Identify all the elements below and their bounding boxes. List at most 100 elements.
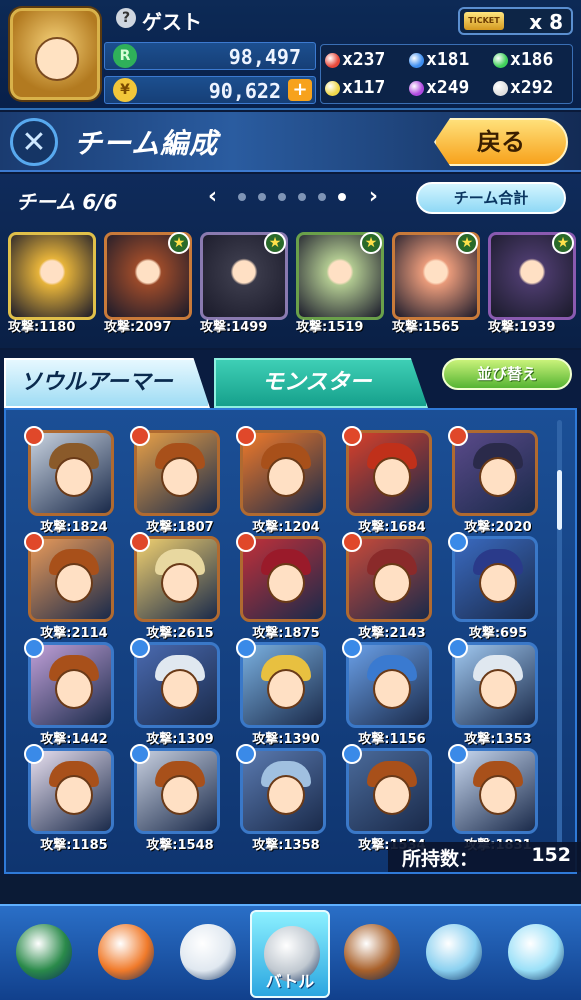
pager-dot[interactable] [338, 193, 346, 201]
soul-armor-card[interactable]: 攻撃:1875 [236, 532, 332, 641]
team-total-button[interactable]: チーム合計 [416, 182, 566, 214]
soul-armor-card[interactable]: 攻撃:2020 [448, 426, 544, 535]
team-member-attack: 攻撃:1519 [296, 320, 364, 335]
soul-armor-card[interactable]: 攻撃:1807 [130, 426, 226, 535]
tab-monster[interactable]: モンスター [214, 358, 428, 408]
character-face [55, 563, 93, 603]
soul-armor-card[interactable]: 攻撃:1824 [24, 426, 120, 535]
team-member-portrait [8, 232, 96, 320]
nav-help[interactable] [496, 910, 576, 998]
exp-value: 98,497 [228, 45, 301, 69]
soul-armor-card[interactable]: 攻撃:1358 [236, 744, 332, 853]
next-team-icon[interactable]: › [369, 184, 378, 209]
pager-dot[interactable] [298, 193, 306, 201]
element-icon [342, 744, 362, 764]
orb-count: x249 [409, 77, 493, 103]
soul-armor-attack: 攻撃:1548 [146, 838, 214, 853]
team-member-slot[interactable]: ★ 攻撃:1519 [296, 232, 384, 336]
element-icon [24, 744, 44, 764]
orb-count: x237 [325, 49, 409, 75]
coin-value: 90,622 [208, 79, 281, 103]
friends-icon [426, 924, 482, 980]
sort-button[interactable]: 並び替え [442, 358, 572, 390]
soul-armor-card[interactable]: 攻撃:1156 [342, 638, 438, 747]
exp-icon: R [113, 44, 137, 68]
soul-armor-attack: 攻撃:1358 [252, 838, 320, 853]
star-icon: ★ [456, 232, 478, 254]
tab-soul-armor[interactable]: ソウルアーマー [4, 358, 210, 408]
soul-armor-card[interactable]: 攻撃:1442 [24, 638, 120, 747]
soul-armor-card[interactable]: 攻撃:1185 [24, 744, 120, 853]
element-icon [236, 744, 256, 764]
team-member-attack: 攻撃:1180 [8, 320, 76, 335]
exp-bar: R 98,497 [104, 42, 316, 70]
star-icon: ★ [168, 232, 190, 254]
orb-count: x181 [409, 49, 493, 75]
help-icon [508, 924, 564, 980]
team-member-slot[interactable]: ★ 攻撃:2097 [104, 232, 192, 336]
soul-armor-card[interactable]: 攻撃:1548 [130, 744, 226, 853]
back-button[interactable]: 戻る [434, 118, 568, 166]
character-face [161, 563, 199, 603]
team-member-slot[interactable]: ★ 攻撃:1565 [392, 232, 480, 336]
element-icon [24, 532, 44, 552]
nav-home[interactable] [4, 910, 84, 998]
pager-dot[interactable] [318, 193, 326, 201]
team-label: チーム 6/6 [16, 190, 118, 214]
nav-monster[interactable] [168, 910, 248, 998]
soul-armor-card[interactable]: 攻撃:1831 [448, 744, 544, 853]
element-icon [130, 638, 150, 658]
prev-team-icon[interactable]: ‹ [208, 184, 217, 209]
element-icon [24, 638, 44, 658]
nav-shop[interactable] [86, 910, 166, 998]
element-icon [342, 426, 362, 446]
add-coins-button[interactable]: + [288, 79, 312, 101]
pager-dot[interactable] [278, 193, 286, 201]
rainbow-orb-icon [493, 80, 508, 96]
element-icon [236, 426, 256, 446]
element-icon [236, 638, 256, 658]
character-face [161, 775, 199, 815]
element-icon [130, 532, 150, 552]
soul-armor-card[interactable]: 攻撃:1684 [342, 426, 438, 535]
ticket-counter[interactable]: TICKET x 8 [458, 7, 573, 35]
light-orb-icon [325, 80, 340, 96]
team-member-slot[interactable]: 攻撃:1180 [8, 232, 96, 336]
soul-armor-card[interactable]: 攻撃:695 [448, 532, 544, 641]
ticket-icon: TICKET [464, 12, 504, 30]
star-icon: ★ [264, 232, 286, 254]
character-face [373, 457, 411, 497]
nav-battle[interactable]: バトル [250, 910, 330, 998]
soul-armor-card[interactable]: 攻撃:1309 [130, 638, 226, 747]
team-member-attack: 攻撃:1499 [200, 320, 268, 335]
home-icon [16, 924, 72, 980]
element-icon [448, 426, 468, 446]
team-member-attack: 攻撃:1565 [392, 320, 460, 335]
pager-dot[interactable] [258, 193, 266, 201]
character-face [55, 669, 93, 709]
nav-friends[interactable] [414, 910, 494, 998]
team-member-slot[interactable]: ★ 攻撃:1499 [200, 232, 288, 336]
orb-value: x249 [426, 77, 470, 98]
character-face [161, 457, 199, 497]
character-face [267, 669, 305, 709]
orb-count: x117 [325, 77, 409, 103]
nav-book[interactable] [332, 910, 412, 998]
orb-value: x117 [342, 77, 386, 98]
soul-armor-card[interactable]: 攻撃:2143 [342, 532, 438, 641]
orb-inventory: x237 x181 x186 x117 x249 x292 [320, 44, 573, 104]
grid-scroll-thumb[interactable] [557, 470, 562, 530]
soul-armor-card[interactable]: 攻撃:2615 [130, 532, 226, 641]
character-face [479, 669, 517, 709]
shop-bag-icon [98, 924, 154, 980]
pager-dot[interactable] [238, 193, 246, 201]
soul-armor-card[interactable]: 攻撃:1534 [342, 744, 438, 853]
soul-armor-card[interactable]: 攻撃:1353 [448, 638, 544, 747]
guest-help-icon[interactable]: ? [116, 8, 136, 28]
soul-armor-card[interactable]: 攻撃:2114 [24, 532, 120, 641]
soul-armor-card[interactable]: 攻撃:1204 [236, 426, 332, 535]
team-member-slot[interactable]: ★ 攻撃:1939 [488, 232, 576, 336]
soul-armor-card[interactable]: 攻撃:1390 [236, 638, 332, 747]
player-avatar[interactable] [10, 8, 100, 100]
team-section: チーム 6/6 ‹ › チーム合計 攻撃:1180 ★ 攻撃:2097 ★ 攻撃:149… [0, 174, 581, 348]
